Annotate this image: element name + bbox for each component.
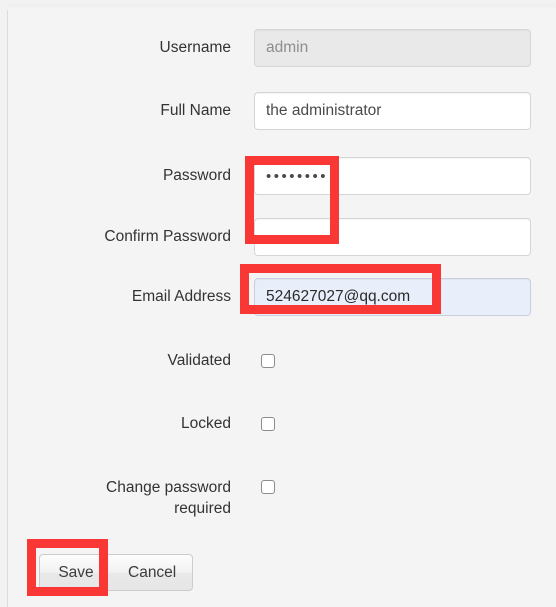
form-action-bar: Save Cancel [39,554,194,591]
cancel-button[interactable]: Cancel [112,554,194,591]
label-confirm-password: Confirm Password [104,228,231,245]
user-edit-form-panel: Username Full Name Password Confirm Pass… [7,4,556,607]
label-validated: Validated [167,352,231,369]
locked-checkbox[interactable] [261,417,275,431]
label-change-password-required: Change password required [8,477,231,519]
label-locked: Locked [181,415,231,432]
change-password-required-checkbox[interactable] [261,480,275,494]
save-button[interactable]: Save [39,554,113,591]
confirm-password-input[interactable] [254,218,531,256]
label-username: Username [159,39,232,56]
label-password: Password [162,167,231,184]
password-input[interactable] [254,157,531,195]
validated-checkbox[interactable] [261,354,275,368]
email-address-input[interactable] [254,278,531,316]
label-full-name: Full Name [160,102,231,119]
full-name-input[interactable] [254,92,531,130]
label-change-password-required-line2: required [174,500,231,517]
username-input[interactable] [254,29,531,67]
label-change-password-required-line1: Change password [106,479,231,496]
label-email-address: Email Address [131,288,231,305]
